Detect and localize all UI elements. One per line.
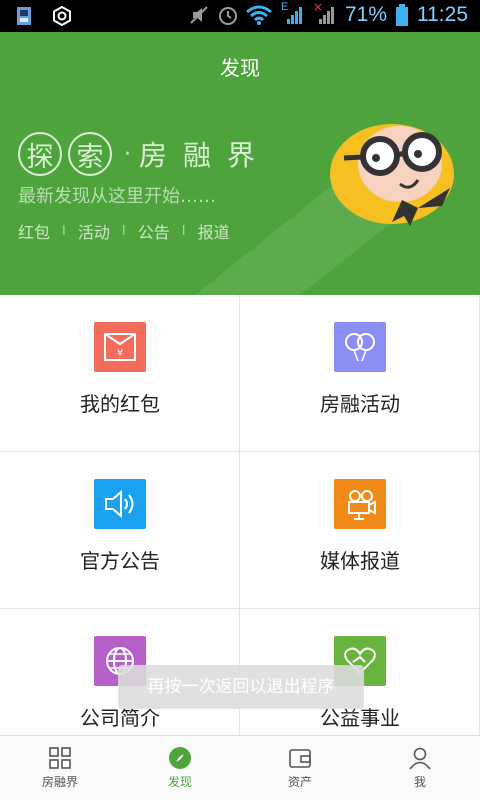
tab-label: 我	[413, 775, 426, 789]
discover-banner: 发现 探 索 · 房融界 最新发现从这里开始…… 红包 I 活动 I 公告 I …	[0, 32, 480, 295]
grid-item-red-packet[interactable]: ¥ 我的红包	[0, 295, 240, 452]
camera-icon	[334, 479, 386, 529]
tab-label: 房融界	[41, 775, 78, 789]
tab-me[interactable]: 我	[360, 736, 480, 800]
grid-item-label: 媒体报道	[320, 549, 400, 573]
grid-icon	[49, 747, 71, 769]
tab-discover[interactable]: 发现	[120, 736, 240, 800]
slogan-brand: 房融界	[139, 139, 272, 172]
grid-item-activities[interactable]: 房融活动	[240, 295, 480, 452]
slogan: 探 索 · 房融界	[18, 132, 271, 176]
exit-toast: 再按一次返回以退出程序	[118, 665, 364, 709]
balloons-icon	[334, 322, 386, 372]
link-report[interactable]: 报道	[198, 219, 230, 243]
banner-links: 红包 I 活动 I 公告 I 报道	[18, 219, 230, 243]
battery-icon	[395, 4, 409, 26]
link-separator: I	[121, 223, 126, 239]
phone-storage-icon	[14, 6, 34, 26]
status-bar: E × 71% 11:25	[0, 0, 480, 32]
signal-icon: ×	[313, 0, 337, 25]
slogan-char: 索	[68, 132, 112, 176]
grid-item-announcements[interactable]: 官方公告	[0, 452, 240, 609]
battery-percent: 71%	[344, 3, 387, 26]
link-separator: I	[62, 223, 66, 239]
slogan-char: 探	[18, 132, 62, 176]
link-separator: I	[181, 223, 186, 239]
no-signal-mark: ×	[312, 0, 324, 14]
svg-text:¥: ¥	[117, 348, 123, 359]
tagline: 最新发现从这里开始……	[18, 186, 216, 207]
wifi-icon	[245, 5, 273, 25]
signal-icon: E	[281, 1, 305, 25]
link-announcement[interactable]: 公告	[138, 219, 170, 243]
tab-label: 发现	[167, 775, 192, 789]
alarm-icon	[217, 5, 237, 25]
red-envelope-icon: ¥	[94, 322, 146, 372]
settings-icon	[52, 6, 72, 26]
speaker-icon	[94, 479, 146, 529]
grid-item-label: 官方公告	[80, 549, 160, 573]
wallet-icon	[289, 749, 311, 768]
tab-home[interactable]: 房融界	[0, 736, 120, 800]
grid-item-label: 房融活动	[320, 392, 400, 416]
person-icon	[409, 747, 431, 770]
slogan-dot: ·	[124, 141, 131, 167]
mascot-icon	[330, 124, 454, 226]
link-red-packet[interactable]: 红包	[18, 219, 50, 243]
bottom-nav: 房融界 发现 资产 我	[0, 735, 480, 800]
grid-item-media-reports[interactable]: 媒体报道	[240, 452, 480, 609]
grid-item-label: 我的红包	[80, 392, 160, 416]
page-title: 发现	[220, 56, 260, 80]
mute-icon	[189, 5, 209, 25]
clock: 11:25	[417, 3, 468, 26]
tab-label: 资产	[287, 775, 312, 789]
tab-assets[interactable]: 资产	[240, 736, 360, 800]
link-activity[interactable]: 活动	[78, 219, 110, 243]
compass-icon	[169, 747, 191, 769]
